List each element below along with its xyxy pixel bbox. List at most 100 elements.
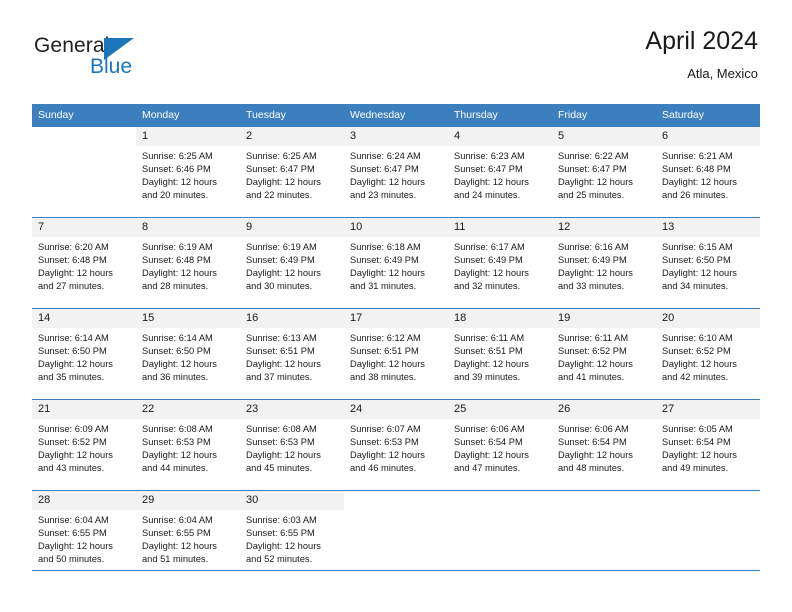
sunrise-text: Sunrise: 6:18 AM [350, 242, 421, 252]
sunrise-text: Sunrise: 6:04 AM [142, 515, 213, 525]
day-number: 17 [344, 309, 448, 328]
sunset-text: Sunset: 6:50 PM [662, 255, 731, 266]
sunrise-text: Sunrise: 6:19 AM [142, 242, 213, 252]
calendar-page: General Blue April 2024 Atla, Mexico Sun… [0, 0, 792, 612]
calendar-week-row: 1 Sunrise: 6:25 AM Sunset: 6:46 PM Daylight… [32, 127, 760, 218]
sunset-text: Sunset: 6:48 PM [142, 255, 211, 266]
day-number: 21 [32, 400, 136, 419]
daylight-text-line1: Daylight: 12 hours [142, 268, 217, 279]
day-cell[interactable]: 15 Sunrise: 6:14 AM Sunset: 6:50 PM Dayligh… [136, 309, 240, 399]
daylight-text-line2: and 33 minutes. [558, 281, 625, 292]
day-details: Sunrise: 6:23 AM Sunset: 6:47 PM Daylight:… [448, 146, 552, 202]
day-cell[interactable]: 9 Sunrise: 6:19 AM Sunset: 6:49 PM Daylight… [240, 218, 344, 308]
day-cell[interactable]: 21 Sunrise: 6:09 AM Sunset: 6:52 PM Dayligh… [32, 400, 136, 490]
daylight-text-line2: and 44 minutes. [142, 463, 209, 474]
sunset-text: Sunset: 6:48 PM [662, 164, 731, 175]
day-cell[interactable]: 16 Sunrise: 6:13 AM Sunset: 6:51 PM Dayligh… [240, 309, 344, 399]
day-cell[interactable]: 28 Sunrise: 6:04 AM Sunset: 6:55 PM Dayligh… [32, 491, 136, 581]
sunset-text: Sunset: 6:55 PM [246, 528, 315, 539]
day-details [32, 146, 136, 150]
day-cell[interactable]: 13 Sunrise: 6:15 AM Sunset: 6:50 PM Dayligh… [656, 218, 760, 308]
daylight-text-line1: Daylight: 12 hours [558, 450, 633, 461]
day-details: Sunrise: 6:25 AM Sunset: 6:47 PM Daylight:… [240, 146, 344, 202]
sunrise-text: Sunrise: 6:19 AM [246, 242, 317, 252]
sunrise-text: Sunrise: 6:10 AM [662, 333, 733, 343]
day-details: Sunrise: 6:24 AM Sunset: 6:47 PM Daylight:… [344, 146, 448, 202]
sunrise-text: Sunrise: 6:08 AM [246, 424, 317, 434]
day-cell-empty [552, 491, 656, 581]
sunset-text: Sunset: 6:55 PM [38, 528, 107, 539]
day-cell[interactable]: 25 Sunrise: 6:06 AM Sunset: 6:54 PM Dayligh… [448, 400, 552, 490]
sunrise-text: Sunrise: 6:06 AM [558, 424, 629, 434]
day-cell[interactable]: 5 Sunrise: 6:22 AM Sunset: 6:47 PM Daylight… [552, 127, 656, 217]
daylight-text-line2: and 51 minutes. [142, 554, 209, 565]
day-cell[interactable]: 29 Sunrise: 6:04 AM Sunset: 6:55 PM Dayligh… [136, 491, 240, 581]
day-details: Sunrise: 6:11 AM Sunset: 6:52 PM Daylight:… [552, 328, 656, 384]
day-details: Sunrise: 6:22 AM Sunset: 6:47 PM Daylight:… [552, 146, 656, 202]
day-number: 14 [32, 309, 136, 328]
day-number: 11 [448, 218, 552, 237]
daylight-text-line1: Daylight: 12 hours [246, 177, 321, 188]
sunset-text: Sunset: 6:49 PM [350, 255, 419, 266]
weekday-header-wednesday: Wednesday [344, 104, 448, 127]
sunset-text: Sunset: 6:54 PM [558, 437, 627, 448]
day-details: Sunrise: 6:03 AM Sunset: 6:55 PM Daylight:… [240, 510, 344, 566]
sunset-text: Sunset: 6:50 PM [142, 346, 211, 357]
day-cell[interactable]: 27 Sunrise: 6:05 AM Sunset: 6:54 PM Dayligh… [656, 400, 760, 490]
day-details: Sunrise: 6:06 AM Sunset: 6:54 PM Daylight:… [448, 419, 552, 475]
day-details: Sunrise: 6:06 AM Sunset: 6:54 PM Daylight:… [552, 419, 656, 475]
day-cell[interactable]: 30 Sunrise: 6:03 AM Sunset: 6:55 PM Dayligh… [240, 491, 344, 581]
sunset-text: Sunset: 6:47 PM [558, 164, 627, 175]
day-number: 12 [552, 218, 656, 237]
day-details: Sunrise: 6:20 AM Sunset: 6:48 PM Daylight:… [32, 237, 136, 293]
day-cell[interactable]: 8 Sunrise: 6:19 AM Sunset: 6:48 PM Daylight… [136, 218, 240, 308]
sunset-text: Sunset: 6:51 PM [454, 346, 523, 357]
day-cell[interactable]: 20 Sunrise: 6:10 AM Sunset: 6:52 PM Dayligh… [656, 309, 760, 399]
day-number: 24 [344, 400, 448, 419]
daylight-text-line2: and 46 minutes. [350, 463, 417, 474]
calendar-week-row: 21 Sunrise: 6:09 AM Sunset: 6:52 PM Dayligh… [32, 399, 760, 491]
day-cell[interactable]: 12 Sunrise: 6:16 AM Sunset: 6:49 PM Dayligh… [552, 218, 656, 308]
day-details: Sunrise: 6:05 AM Sunset: 6:54 PM Daylight:… [656, 419, 760, 475]
sunset-text: Sunset: 6:52 PM [662, 346, 731, 357]
day-number: 3 [344, 127, 448, 146]
day-cell[interactable]: 22 Sunrise: 6:08 AM Sunset: 6:53 PM Dayligh… [136, 400, 240, 490]
day-cell[interactable]: 24 Sunrise: 6:07 AM Sunset: 6:53 PM Dayligh… [344, 400, 448, 490]
day-details: Sunrise: 6:25 AM Sunset: 6:46 PM Daylight:… [136, 146, 240, 202]
day-cell[interactable]: 10 Sunrise: 6:18 AM Sunset: 6:49 PM Dayligh… [344, 218, 448, 308]
daylight-text-line2: and 28 minutes. [142, 281, 209, 292]
sunrise-text: Sunrise: 6:22 AM [558, 151, 629, 161]
page-subtitle: Atla, Mexico [687, 66, 758, 81]
daylight-text-line2: and 31 minutes. [350, 281, 417, 292]
sunset-text: Sunset: 6:54 PM [454, 437, 523, 448]
day-cell[interactable]: 14 Sunrise: 6:14 AM Sunset: 6:50 PM Dayligh… [32, 309, 136, 399]
day-cell[interactable]: 23 Sunrise: 6:08 AM Sunset: 6:53 PM Dayligh… [240, 400, 344, 490]
day-cell[interactable]: 3 Sunrise: 6:24 AM Sunset: 6:47 PM Daylight… [344, 127, 448, 217]
day-cell[interactable]: 1 Sunrise: 6:25 AM Sunset: 6:46 PM Daylight… [136, 127, 240, 217]
day-cell[interactable]: 7 Sunrise: 6:20 AM Sunset: 6:48 PM Daylight… [32, 218, 136, 308]
sunrise-text: Sunrise: 6:25 AM [142, 151, 213, 161]
day-details [656, 510, 760, 514]
day-cell[interactable]: 2 Sunrise: 6:25 AM Sunset: 6:47 PM Daylight… [240, 127, 344, 217]
calendar-bottom-rule [32, 570, 760, 571]
day-number [32, 127, 136, 146]
day-details: Sunrise: 6:07 AM Sunset: 6:53 PM Daylight:… [344, 419, 448, 475]
daylight-text-line2: and 20 minutes. [142, 190, 209, 201]
day-cell[interactable]: 6 Sunrise: 6:21 AM Sunset: 6:48 PM Daylight… [656, 127, 760, 217]
day-number [448, 491, 552, 510]
daylight-text-line1: Daylight: 12 hours [142, 177, 217, 188]
day-details: Sunrise: 6:13 AM Sunset: 6:51 PM Daylight:… [240, 328, 344, 384]
daylight-text-line2: and 52 minutes. [246, 554, 313, 565]
day-details: Sunrise: 6:08 AM Sunset: 6:53 PM Daylight:… [136, 419, 240, 475]
day-cell[interactable]: 17 Sunrise: 6:12 AM Sunset: 6:51 PM Dayligh… [344, 309, 448, 399]
day-cell-empty [448, 491, 552, 581]
daylight-text-line2: and 47 minutes. [454, 463, 521, 474]
daylight-text-line1: Daylight: 12 hours [246, 450, 321, 461]
day-details: Sunrise: 6:15 AM Sunset: 6:50 PM Daylight:… [656, 237, 760, 293]
day-cell[interactable]: 26 Sunrise: 6:06 AM Sunset: 6:54 PM Dayligh… [552, 400, 656, 490]
day-cell[interactable]: 11 Sunrise: 6:17 AM Sunset: 6:49 PM Dayligh… [448, 218, 552, 308]
day-cell[interactable]: 18 Sunrise: 6:11 AM Sunset: 6:51 PM Dayligh… [448, 309, 552, 399]
day-cell[interactable]: 19 Sunrise: 6:11 AM Sunset: 6:52 PM Dayligh… [552, 309, 656, 399]
day-cell[interactable]: 4 Sunrise: 6:23 AM Sunset: 6:47 PM Daylight… [448, 127, 552, 217]
daylight-text-line1: Daylight: 12 hours [350, 450, 425, 461]
